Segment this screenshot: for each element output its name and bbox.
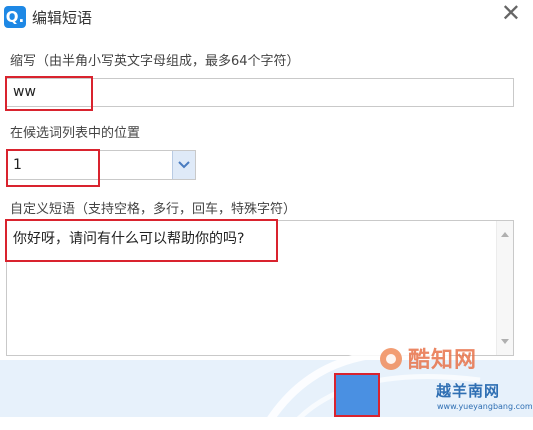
edit-phrase-dialog: Q. 编辑短语 ✕ 缩写（由半角小写英文字母组成，最多64个字符） ww 在候选… bbox=[0, 0, 533, 430]
chevron-down-icon bbox=[178, 161, 190, 169]
scroll-up-icon[interactable] bbox=[501, 231, 509, 237]
watermark-site-name: 越羊南网 bbox=[436, 382, 501, 400]
highlight-box-position bbox=[6, 149, 100, 187]
app-logo-icon: Q. bbox=[4, 6, 26, 28]
watermark-site-url: www.yueyangbang.com bbox=[437, 402, 533, 411]
watermark-logo-icon bbox=[380, 348, 402, 370]
close-icon[interactable]: ✕ bbox=[501, 0, 521, 26]
highlight-box-abbreviation bbox=[5, 76, 93, 111]
abbreviation-label: 缩写（由半角小写英文字母组成，最多64个字符） bbox=[10, 54, 300, 69]
phrase-label: 自定义短语（支持空格，多行，回车，特殊字符） bbox=[10, 202, 297, 217]
highlight-box-phrase bbox=[5, 219, 278, 262]
dialog-title: 编辑短语 bbox=[32, 9, 93, 27]
title-bar: Q. 编辑短语 ✕ bbox=[0, 0, 533, 36]
position-label: 在候选词列表中的位置 bbox=[10, 126, 141, 141]
dropdown-button[interactable] bbox=[172, 151, 195, 179]
textarea-scrollbar[interactable] bbox=[496, 221, 513, 355]
watermark-brand: 酷知网 bbox=[408, 348, 478, 373]
confirm-button[interactable] bbox=[334, 373, 380, 417]
